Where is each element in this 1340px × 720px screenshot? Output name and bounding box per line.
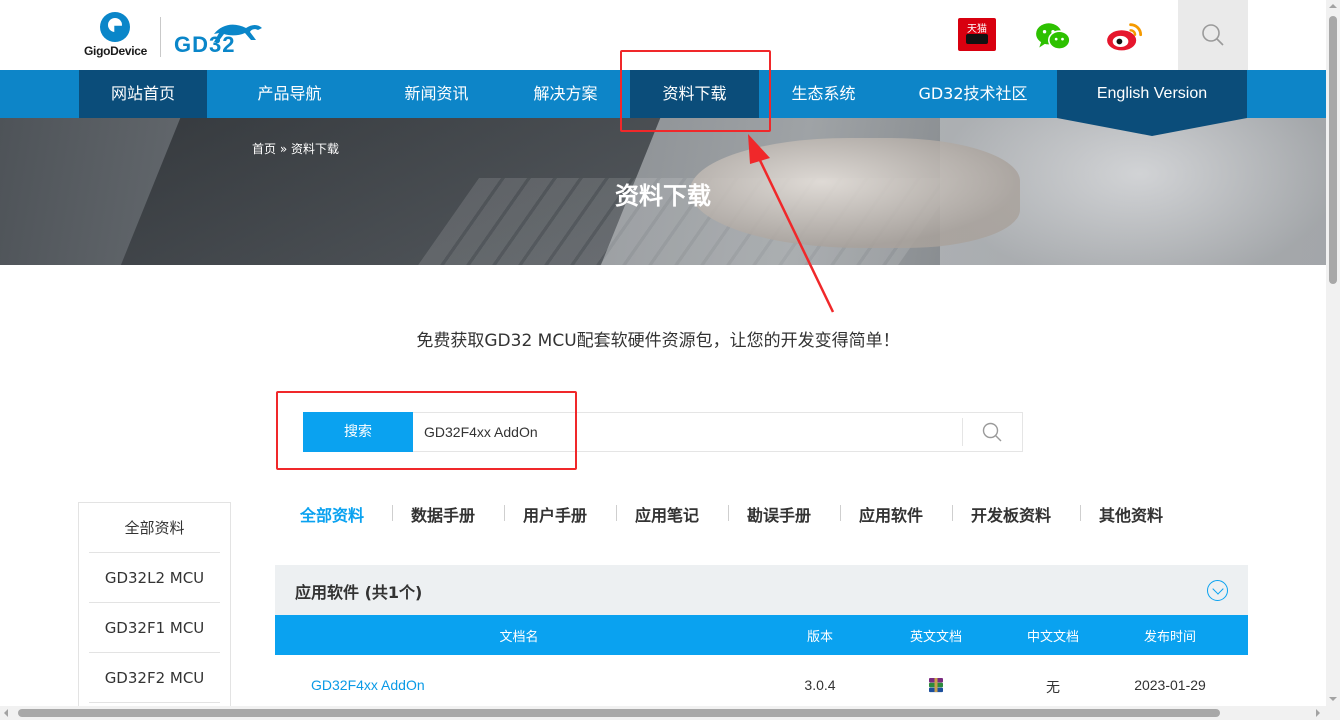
tmall-icon[interactable]: 天猫 xyxy=(958,18,996,51)
tab-app-notes[interactable]: 应用笔记 xyxy=(635,502,699,526)
document-date: 2023-01-29 xyxy=(1134,677,1206,693)
breadcrumb: 首页 » 资料下载 xyxy=(252,140,339,157)
nav-item-home[interactable]: 网站首页 xyxy=(79,70,207,118)
breadcrumb-separator: » xyxy=(279,142,288,156)
chevron-down-icon[interactable] xyxy=(1207,580,1228,601)
tab-separator xyxy=(840,505,841,521)
weibo-icon[interactable] xyxy=(1106,20,1144,54)
scroll-right-icon[interactable] xyxy=(1316,709,1320,717)
tab-other[interactable]: 其他资料 xyxy=(1099,502,1163,526)
column-header-name: 文档名 xyxy=(499,630,539,645)
nav-item-english[interactable]: English Version xyxy=(1057,70,1247,118)
nav-item-solutions[interactable]: 解决方案 xyxy=(501,70,630,118)
rar-file-icon[interactable] xyxy=(928,677,944,693)
nav-item-community[interactable]: GD32技术社区 xyxy=(888,70,1058,118)
section-title: 应用软件 (共1个) xyxy=(295,583,423,602)
tab-separator xyxy=(504,505,505,521)
search-icon xyxy=(1202,24,1224,46)
horizontal-scrollbar-thumb[interactable] xyxy=(18,709,1220,717)
tab-separator xyxy=(616,505,617,521)
breadcrumb-home[interactable]: 首页 xyxy=(252,142,276,156)
tab-separator xyxy=(728,505,729,521)
tab-board-docs[interactable]: 开发板资料 xyxy=(971,502,1051,526)
scroll-left-icon[interactable] xyxy=(4,709,8,717)
page-title: 资料下载 xyxy=(615,182,711,210)
gd32-logo[interactable]: GD32 xyxy=(174,18,266,58)
annotation-box-search xyxy=(276,391,577,470)
tab-datasheet[interactable]: 数据手册 xyxy=(411,502,475,526)
search-submit-icon[interactable] xyxy=(982,422,1002,442)
document-version: 3.0.4 xyxy=(804,677,836,693)
tab-separator xyxy=(952,505,953,521)
logo-divider xyxy=(160,17,161,57)
column-header-version: 版本 xyxy=(806,630,833,645)
tab-app-software[interactable]: 应用软件 xyxy=(859,502,923,526)
cheetah-icon xyxy=(214,24,262,42)
search-divider xyxy=(962,418,963,446)
scroll-up-icon[interactable] xyxy=(1329,4,1337,8)
sidebar-item-gd32f1[interactable]: GD32F1 MCU xyxy=(89,603,220,653)
annotation-arrow-icon xyxy=(748,134,835,313)
breadcrumb-current: 资料下载 xyxy=(291,142,340,156)
tab-errata[interactable]: 勘误手册 xyxy=(747,502,811,526)
annotation-box-downloads xyxy=(620,50,771,132)
gigadevice-logo[interactable]: GigoDevice xyxy=(84,12,148,60)
tmall-label: 天猫 xyxy=(967,24,987,35)
nav-item-news[interactable]: 新闻资讯 xyxy=(372,70,501,118)
header-search-button[interactable] xyxy=(1178,0,1248,70)
column-header-en-doc: 英文文档 xyxy=(909,630,962,645)
tagline: 免费获取GD32 MCU配套软硬件资源包，让您的开发变得简单！ xyxy=(416,331,900,351)
tab-all[interactable]: 全部资料 xyxy=(300,502,364,526)
tab-separator xyxy=(1080,505,1081,521)
tab-user-manual[interactable]: 用户手册 xyxy=(523,502,587,526)
column-header-cn-doc: 中文文档 xyxy=(1026,630,1079,645)
tab-separator xyxy=(392,505,393,521)
sidebar-item-all[interactable]: 全部资料 xyxy=(89,503,220,553)
wechat-icon[interactable] xyxy=(1034,20,1072,54)
scroll-down-icon[interactable] xyxy=(1329,697,1337,701)
vertical-scrollbar-thumb[interactable] xyxy=(1329,16,1337,284)
nav-item-ecosystem[interactable]: 生态系统 xyxy=(759,70,888,118)
document-cn-doc: 无 xyxy=(1046,679,1060,695)
gigadevice-logo-text: GigoDevice xyxy=(84,44,148,58)
nav-item-products[interactable]: 产品导航 xyxy=(207,70,372,118)
tmall-cat-face xyxy=(966,34,988,44)
category-sidebar: 全部资料 GD32L2 MCU GD32F1 MCU GD32F2 MCU xyxy=(78,502,231,720)
sidebar-item-gd32l2[interactable]: GD32L2 MCU xyxy=(89,553,220,603)
sidebar-item-gd32f2[interactable]: GD32F2 MCU xyxy=(89,653,220,703)
document-name-link[interactable]: GD32F4xx AddOn xyxy=(311,677,425,693)
gigadevice-logo-mark xyxy=(100,12,130,42)
column-header-date: 发布时间 xyxy=(1143,630,1196,645)
